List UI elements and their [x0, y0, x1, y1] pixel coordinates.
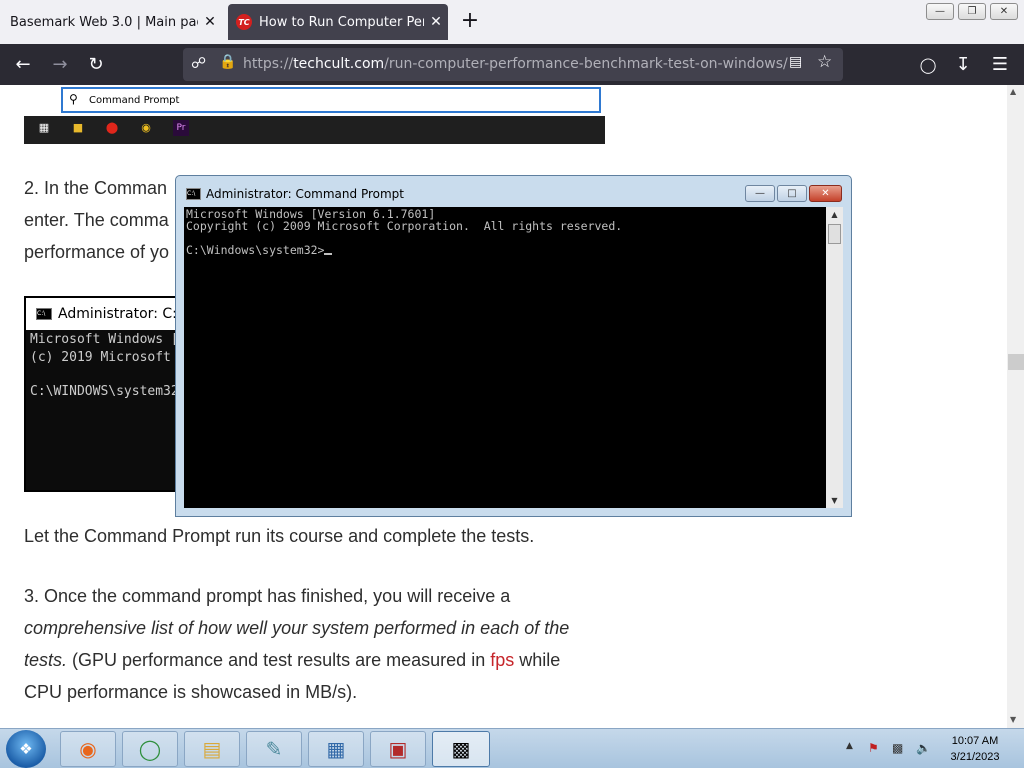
- action-center-icon[interactable]: ⚑: [868, 741, 879, 755]
- url-text[interactable]: https://techcult.com/run-computer-perfor…: [243, 56, 788, 72]
- tab-basemark[interactable]: Basemark Web 3.0 | Main page ✕: [0, 4, 222, 40]
- new-tab-button[interactable]: +: [456, 8, 484, 36]
- command-prompt-window[interactable]: C:\ Administrator: Command Prompt — □ ✕ …: [175, 175, 852, 517]
- cmd-scrollbar[interactable]: [826, 207, 843, 508]
- cmd-icon[interactable]: ▩: [432, 731, 490, 767]
- downloads-icon[interactable]: ↧: [950, 52, 976, 78]
- step3-line1: 3. Once the command prompt has finished,…: [24, 586, 511, 606]
- step2-line1: 2. In the Comman: [24, 178, 168, 198]
- forward-button[interactable]: →: [47, 52, 73, 78]
- chrome-icon: ◉: [141, 121, 151, 134]
- cursor: [324, 253, 333, 255]
- cmd-maximize-button[interactable]: □: [777, 185, 807, 202]
- scroll-up-arrow-icon[interactable]: ▲: [1010, 87, 1016, 96]
- cmd-minimize-button[interactable]: —: [745, 185, 775, 202]
- scroll-down-arrow-icon[interactable]: ▼: [1010, 715, 1016, 724]
- step2-line3: performance of yo: [24, 242, 170, 262]
- windows-taskbar: ❖ ◉ ◯ ▤ ✎ ▦ ▣ ▩ ▲ ⚑ ▩ 🔈 10:07 AM 3/21/20…: [0, 728, 1024, 768]
- reader-view-icon[interactable]: ▤: [789, 54, 802, 70]
- firefox-icon[interactable]: ◉: [60, 731, 116, 767]
- folder-icon: ■: [72, 121, 84, 134]
- tab-close-icon[interactable]: ✕: [198, 14, 222, 30]
- cmd-icon: C:\: [186, 188, 201, 200]
- cmd-title: Administrator: Command Prompt: [206, 187, 404, 201]
- page-scrollbar[interactable]: [1007, 85, 1024, 728]
- console-line: Copyright (c) 2009 Microsoft Corporation…: [186, 219, 623, 233]
- bookmark-star-icon[interactable]: ☆: [817, 52, 832, 72]
- search-screenshot-image: ⚲ Command Prompt ▦ ■ ⬤ ◉ Pr: [24, 85, 605, 144]
- search-icon: ⚲: [69, 92, 78, 106]
- image-search-box: ⚲ Command Prompt: [61, 87, 601, 113]
- reload-button[interactable]: ↻: [83, 52, 109, 78]
- volume-icon[interactable]: 🔈: [916, 741, 931, 755]
- tab-title: How to Run Computer Performance Benchmar…: [259, 14, 424, 30]
- window-close-button[interactable]: ✕: [990, 3, 1018, 20]
- notepad-icon[interactable]: ✎: [246, 731, 302, 767]
- url-bar[interactable]: ☍ 🔒 https://techcult.com/run-computer-pe…: [183, 48, 843, 81]
- window-restore-button[interactable]: ❐: [958, 3, 986, 20]
- lock-icon[interactable]: 🔒: [219, 54, 236, 70]
- network-icon[interactable]: ▩: [892, 741, 903, 755]
- step2-line2: enter. The comma: [24, 210, 169, 230]
- control-panel-icon[interactable]: ▦: [308, 731, 364, 767]
- explorer-icon[interactable]: ▤: [184, 731, 240, 767]
- chrome-icon[interactable]: ◯: [122, 731, 178, 767]
- show-hidden-icons-icon[interactable]: ▲: [846, 741, 853, 751]
- windows-icon: ▦: [38, 121, 50, 134]
- cmd-console[interactable]: Microsoft Windows [Version 6.1.7601] Cop…: [184, 207, 826, 508]
- clock[interactable]: 10:07 AM 3/21/2023: [940, 733, 1010, 765]
- cmd-screenshot-image: C:\ Administrator: C:\WIN Microsoft Wind…: [24, 296, 210, 492]
- premiere-icon: Pr: [173, 120, 189, 136]
- clock-time: 10:07 AM: [951, 735, 999, 747]
- page-scroll-thumb[interactable]: [1008, 354, 1024, 370]
- console-prompt: C:\Windows\system32>: [186, 243, 333, 257]
- window-minimize-button[interactable]: —: [926, 3, 954, 20]
- start-button[interactable]: ❖: [6, 730, 46, 768]
- let-run-text: Let the Command Prompt run its course an…: [24, 526, 535, 546]
- tab-close-icon[interactable]: ✕: [424, 14, 448, 30]
- menu-icon[interactable]: ☰: [987, 52, 1013, 78]
- cmd-scroll-up-icon[interactable]: ▲: [827, 207, 842, 222]
- cmd-close-button[interactable]: ✕: [809, 185, 842, 202]
- fps-link[interactable]: fps: [490, 650, 514, 670]
- step3-line4: CPU performance is showcased in MB/s).: [24, 682, 358, 702]
- toolbox-icon[interactable]: ▣: [370, 731, 426, 767]
- step3-line3: tests. (GPU performance and test results…: [24, 650, 561, 670]
- clock-date: 3/21/2023: [950, 751, 1000, 763]
- back-button[interactable]: ←: [10, 52, 36, 78]
- pocket-icon[interactable]: ◯: [915, 52, 941, 78]
- cmd-title-bar[interactable]: C:\ Administrator: Command Prompt — □ ✕: [176, 176, 851, 206]
- browser-nav-bar: ← → ↻ ☍ 🔒 https://techcult.com/run-compu…: [0, 44, 1024, 85]
- cmd-icon: C:\: [36, 308, 52, 320]
- browser-tab-bar: Basemark Web 3.0 | Main page ✕ TC How to…: [0, 0, 1024, 44]
- shield-icon[interactable]: ☍: [191, 54, 206, 72]
- opera-icon: ⬤: [105, 121, 119, 134]
- cmd-scroll-down-icon[interactable]: ▼: [827, 493, 842, 508]
- cmd-scroll-thumb[interactable]: [828, 224, 841, 244]
- tab-title: Basemark Web 3.0 | Main page: [10, 14, 198, 30]
- step3-line2: comprehensive list of how well your syst…: [24, 618, 570, 638]
- techcult-favicon-icon: TC: [236, 14, 252, 30]
- tab-techcult[interactable]: TC How to Run Computer Performance Bench…: [228, 4, 448, 40]
